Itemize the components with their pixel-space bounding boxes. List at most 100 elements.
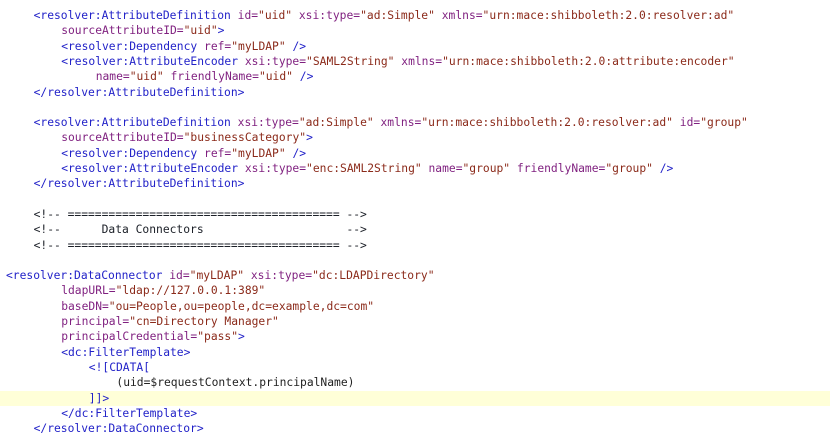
code-token: <resolver:AttributeEncoder	[61, 54, 245, 68]
code-line[interactable]: <!-- ===================================…	[0, 238, 830, 253]
code-editor[interactable]: <resolver:AttributeDefinition id= "uid" x…	[0, 0, 830, 437]
code-token: >	[217, 24, 225, 38]
code-token: <!-- Data Connectors -->	[33, 223, 367, 237]
code-token: id=	[169, 269, 190, 283]
code-token: />	[292, 70, 314, 84]
code-token: />	[285, 39, 307, 53]
code-token: (uid=$requestContext.principalName)	[116, 376, 355, 390]
code-line[interactable]: </resolver:DataConnector>	[0, 421, 830, 436]
code-token: "pass"	[197, 330, 239, 344]
code-token: xmlns=	[401, 54, 443, 68]
code-line[interactable]: <resolver:AttributeEncoder xsi:type="SAM…	[0, 54, 830, 69]
code-token: "ad:Simple"	[298, 116, 374, 130]
code-line[interactable]	[0, 100, 830, 115]
code-line[interactable]: name="uid" friendlyName="uid" />	[0, 69, 830, 84]
code-token: />	[652, 162, 674, 175]
code-token: principalCredential=	[61, 330, 198, 344]
code-token: <!-- ===================================…	[33, 207, 367, 221]
code-token: <!-- ===================================…	[33, 238, 367, 252]
code-line[interactable]: <!-- ===================================…	[0, 207, 830, 222]
code-token: friendlyName=	[170, 70, 259, 84]
code-token: ldapURL=	[61, 284, 116, 298]
code-token: ]]>	[88, 391, 110, 405]
code-token: "uid"	[258, 9, 293, 22]
code-token: "myLDAP"	[231, 39, 286, 53]
code-token: name=	[428, 162, 463, 175]
code-token: <resolver:AttributeDefinition	[33, 9, 238, 22]
code-token: id=	[679, 116, 701, 130]
code-line[interactable]: <resolver:AttributeDefinition xsi:type="…	[0, 115, 830, 130]
code-token: ref=	[204, 39, 232, 53]
code-token: xsi:type=	[244, 54, 307, 68]
code-line[interactable]: <resolver:Dependency ref="myLDAP" />	[0, 39, 830, 54]
code-token: "myLDAP"	[231, 146, 286, 160]
code-token: >	[238, 330, 245, 344]
code-token: </dc:FilterTemplate>	[61, 406, 198, 420]
code-line[interactable]	[0, 253, 830, 268]
code-token: </resolver:AttributeDefinition>	[33, 177, 245, 191]
code-token: sourceAttributeID=	[61, 131, 184, 145]
code-line[interactable]: (uid=$requestContext.principalName)	[0, 375, 830, 390]
code-line[interactable]: principal="cn=Directory Manager"	[0, 314, 830, 329]
code-token: xsi:type=	[237, 116, 299, 130]
code-token: xmlns=	[380, 116, 422, 130]
code-line[interactable]: principalCredential="pass">	[0, 329, 830, 344]
code-token: </resolver:AttributeDefinition>	[33, 85, 245, 99]
code-token: <![CDATA[	[88, 360, 151, 374]
code-token: </resolver:DataConnector>	[33, 422, 204, 436]
code-token: "enc:SAML2String"	[306, 162, 422, 175]
code-line[interactable]: <resolver:AttributeEncoder xsi:type="enc…	[0, 161, 830, 176]
code-line[interactable]: </resolver:AttributeDefinition>	[0, 85, 830, 100]
code-token: <resolver:Dependency	[61, 146, 205, 160]
code-line[interactable]: <resolver:DataConnector id="myLDAP" xsi:…	[0, 268, 830, 283]
code-token: principal=	[61, 315, 130, 328]
code-token: <resolver:Dependency	[61, 39, 205, 53]
code-token: xsi:type=	[298, 9, 361, 22]
code-line-current[interactable]: ]]>	[0, 390, 830, 406]
code-token: "cn=Directory Manager"	[129, 315, 279, 328]
code-token: "businessCategory"	[183, 131, 307, 145]
code-line[interactable]: <![CDATA[	[0, 360, 830, 375]
code-token: "urn:mace:shibboleth:2.0:attribute:encod…	[442, 54, 735, 68]
code-line[interactable]: </resolver:AttributeDefinition>	[0, 176, 830, 191]
code-line[interactable]: sourceAttributeID="uid">	[0, 23, 830, 38]
code-token: xmlns=	[441, 9, 483, 22]
code-token: xsi:type=	[244, 162, 307, 175]
code-token: "uid"	[129, 70, 164, 84]
code-line[interactable]: <resolver:AttributeDefinition id="uid" x…	[0, 8, 830, 23]
code-token: "group"	[462, 162, 511, 175]
code-line[interactable]: <dc:FilterTemplate>	[0, 345, 830, 360]
code-token: "uid"	[183, 24, 218, 38]
code-token: <resolver:AttributeEncoder	[61, 162, 245, 175]
code-token: "dc:LDAPDirectory"	[312, 269, 435, 283]
code-token: "SAML2String"	[306, 54, 395, 68]
code-line[interactable]: sourceAttributeID="businessCategory">	[0, 130, 830, 145]
code-line[interactable]: <!-- Data Connectors -->	[0, 222, 830, 237]
code-token: "group"	[700, 116, 748, 130]
code-token: name=	[95, 70, 130, 84]
code-token: xsi:type=	[250, 269, 313, 283]
code-token: "ldap://127.0.0.1:389"	[115, 284, 266, 298]
code-line[interactable]: ldapURL="ldap://127.0.0.1:389"	[0, 283, 830, 298]
code-token: sourceAttributeID=	[61, 24, 184, 38]
code-line[interactable]: baseDN="ou=People,ou=people,dc=example,d…	[0, 299, 830, 314]
code-token: <dc:FilterTemplate>	[61, 345, 191, 359]
code-token: />	[285, 146, 307, 160]
code-token: "ad:Simple"	[360, 9, 435, 22]
code-token: baseDN=	[61, 299, 109, 313]
code-token: "ou=People,ou=people,dc=example,dc=com"	[108, 299, 375, 313]
code-line[interactable]: <resolver:Dependency ref="myLDAP" />	[0, 146, 830, 161]
code-token: "uid"	[258, 70, 293, 84]
code-token: <resolver:AttributeDefinition	[33, 116, 238, 130]
code-line[interactable]: </dc:FilterTemplate>	[0, 406, 830, 421]
code-token: "urn:mace:shibboleth:2.0:resolver:ad"	[482, 9, 735, 22]
code-line[interactable]	[0, 192, 830, 207]
code-token: <resolver:DataConnector	[6, 269, 170, 283]
